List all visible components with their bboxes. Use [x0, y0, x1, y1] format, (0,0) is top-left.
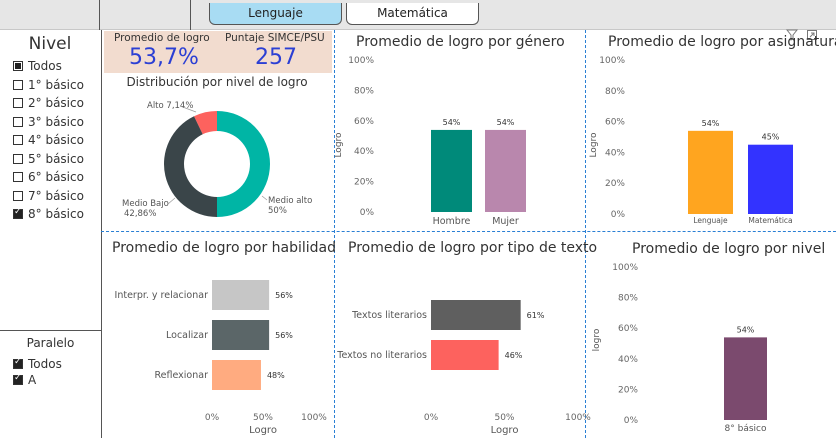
x-tick-label: Lenguaje	[693, 216, 728, 225]
y-tick-label: 40%	[354, 147, 374, 157]
bar	[748, 144, 793, 214]
y-tick-label: 40%	[618, 355, 638, 365]
donut-label: Alto 7,14%	[147, 101, 193, 111]
x-tick-label: Mujer	[492, 216, 519, 227]
y-axis-label: Logro	[334, 132, 344, 158]
bar	[212, 280, 270, 310]
bar	[431, 340, 499, 370]
chart-title: Promedio de logro por asignatura	[608, 34, 836, 50]
x-axis-label: Logro	[491, 425, 519, 436]
x-tick-label: 50%	[253, 413, 273, 423]
bar	[485, 129, 526, 212]
y-tick-label: Textos no literarios	[336, 350, 427, 361]
bar-value-label: 54%	[737, 325, 755, 334]
charts-canvas: Distribución por nivel de logro Alto 7,14…	[112, 34, 836, 436]
y-tick-label: 20%	[354, 178, 374, 188]
x-tick-label: 100%	[565, 413, 591, 423]
y-tick-label: 60%	[618, 324, 638, 334]
y-tick-label: Textos literarios	[351, 310, 427, 321]
chart-title: Promedio de logro por habilidad	[112, 240, 336, 256]
bar-value-label: 56%	[275, 291, 293, 300]
y-tick-label: 20%	[618, 385, 638, 395]
y-tick-label: 60%	[605, 118, 625, 128]
y-tick-label: Reflexionar	[154, 370, 208, 381]
bar-value-label: 56%	[275, 331, 293, 340]
bar	[724, 337, 767, 420]
y-tick-label: 80%	[618, 294, 638, 304]
x-tick-label: Matemática	[748, 216, 792, 225]
bar	[212, 360, 261, 390]
y-tick-label: 60%	[354, 117, 374, 127]
x-tick-label: 100%	[301, 413, 327, 423]
bar-value-label: 54%	[702, 119, 720, 128]
bar-value-label: 45%	[762, 133, 780, 142]
donut-label: 50%	[268, 206, 287, 216]
y-tick-label: 100%	[612, 263, 638, 273]
bar	[212, 320, 270, 350]
donut-slice	[217, 111, 270, 217]
chart-title: Promedio de logro por género	[356, 34, 565, 50]
bar	[688, 130, 733, 214]
bar	[431, 129, 472, 212]
y-tick-label: 100%	[348, 56, 374, 66]
y-tick-label: 40%	[605, 148, 625, 158]
chart-title: Distribución por nivel de logro	[126, 75, 307, 89]
y-tick-label: 20%	[605, 179, 625, 189]
x-tick-label: 8° básico	[725, 424, 767, 434]
x-tick-label: 0%	[424, 413, 439, 423]
y-tick-label: 0%	[611, 210, 626, 220]
x-tick-label: 50%	[494, 413, 514, 423]
y-tick-label: 0%	[360, 208, 375, 218]
x-tick-label: 0%	[205, 413, 220, 423]
donut-label: Medio Bajo	[122, 199, 169, 209]
y-tick-label: 100%	[599, 56, 625, 66]
donut-leader-line	[167, 197, 176, 205]
x-axis-label: Logro	[249, 425, 277, 436]
y-tick-label: Interpr. y relacionar	[115, 290, 209, 301]
chart-title: Promedio de logro por tipo de texto	[348, 240, 597, 256]
y-tick-label: Localizar	[166, 330, 208, 341]
y-axis-label: logro	[592, 328, 602, 351]
y-tick-label: 80%	[354, 86, 374, 96]
donut-leader-line	[261, 195, 268, 201]
x-tick-label: Hombre	[433, 216, 471, 227]
bar-value-label: 61%	[527, 311, 545, 320]
bar	[431, 300, 521, 330]
bar-value-label: 54%	[497, 118, 515, 127]
bar-value-label: 48%	[267, 371, 285, 380]
y-tick-label: 0%	[624, 416, 639, 426]
donut-label: Medio alto	[268, 196, 312, 206]
donut-label: 42,86%	[124, 209, 156, 219]
bar-value-label: 54%	[443, 118, 461, 127]
y-axis-label: Logro	[589, 132, 599, 158]
bar-value-label: 46%	[505, 351, 523, 360]
y-tick-label: 80%	[605, 87, 625, 97]
chart-title: Promedio de logro por nivel	[632, 241, 825, 257]
